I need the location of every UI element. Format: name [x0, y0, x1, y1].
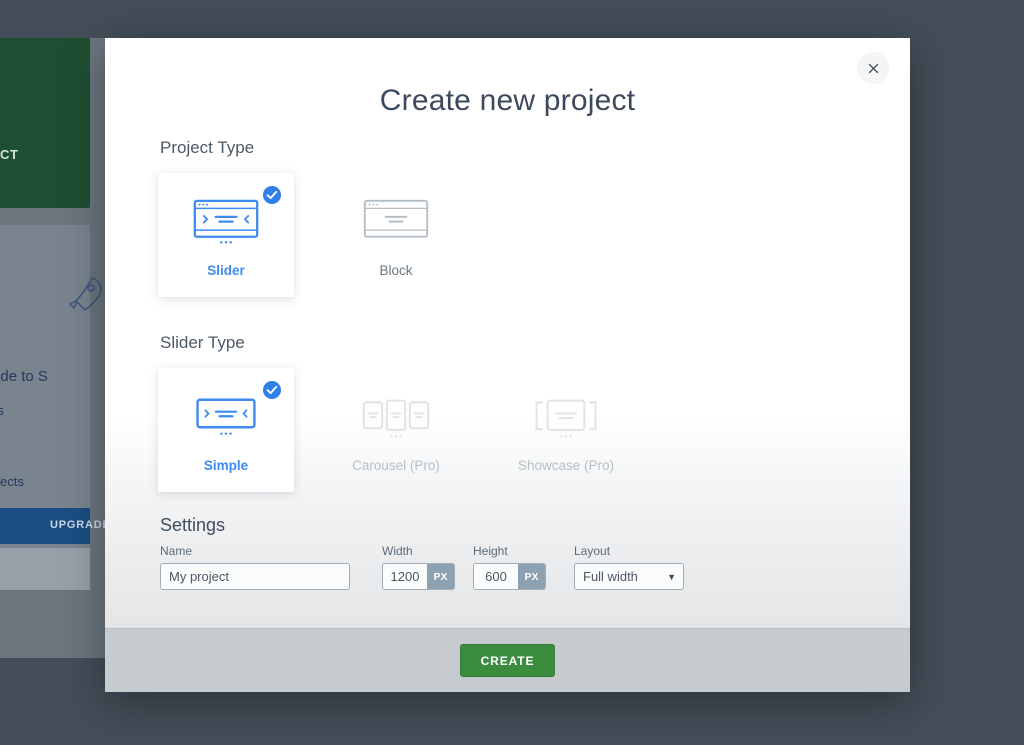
slider-type-option-label: Showcase (Pro): [518, 458, 614, 473]
height-input[interactable]: [474, 564, 518, 589]
layout-field-group: Layout Full width ▼: [574, 544, 684, 590]
width-field-label: Width: [382, 544, 455, 558]
height-field-label: Height: [473, 544, 546, 558]
dialog-body: Create new project Project Type: [105, 38, 910, 628]
width-input[interactable]: [383, 564, 427, 589]
slider-type-option-simple[interactable]: Simple: [158, 368, 294, 492]
project-type-option-label: Slider: [207, 263, 245, 278]
dialog-footer: CREATE: [105, 628, 910, 692]
slider-type-option-label: Carousel (Pro): [352, 458, 440, 473]
background-green-card-label: CT: [0, 147, 19, 162]
slider-type-option-carousel[interactable]: Carousel (Pro): [328, 368, 464, 492]
project-type-option-label: Block: [379, 263, 412, 278]
create-button[interactable]: CREATE: [460, 644, 555, 677]
slider-type-heading: Slider Type: [160, 333, 245, 353]
slider-window-icon: [192, 193, 260, 255]
name-field-label: Name: [160, 544, 350, 558]
slider-type-options: Simple: [158, 368, 634, 492]
layout-select-value: Full width: [583, 569, 638, 584]
slider-type-option-label: Simple: [204, 458, 248, 473]
background-templates-text: nplates: [0, 403, 4, 418]
slider-type-option-showcase[interactable]: Showcase (Pro): [498, 368, 634, 492]
width-field-group: Width PX: [382, 544, 455, 590]
layout-field-label: Layout: [574, 544, 684, 558]
background-bottom-strip: [0, 548, 90, 590]
background-upgrade-button-label: UPGRADE: [50, 519, 111, 531]
background-upgrade-headline: upgrade to S: [0, 368, 48, 385]
project-type-heading: Project Type: [160, 138, 254, 158]
simple-slider-icon: [193, 388, 259, 450]
settings-fields: Name Width PX Height PX Layout: [160, 544, 684, 590]
height-input-group: PX: [473, 563, 546, 590]
name-field-group: Name: [160, 544, 350, 590]
project-type-option-block[interactable]: Block: [328, 173, 464, 297]
close-icon[interactable]: [857, 52, 889, 84]
width-unit-label: PX: [427, 564, 454, 589]
carousel-cards-icon: [359, 388, 433, 450]
check-circle-icon: [263, 186, 281, 204]
check-circle-icon: [263, 381, 281, 399]
create-new-project-dialog: Create new project Project Type: [105, 38, 910, 692]
block-window-icon: [362, 193, 430, 255]
width-input-group: PX: [382, 563, 455, 590]
project-type-option-slider[interactable]: Slider: [158, 173, 294, 297]
layout-select[interactable]: Full width ▼: [574, 563, 684, 590]
height-field-group: Height PX: [473, 544, 546, 590]
project-name-input[interactable]: [160, 563, 350, 590]
showcase-frame-icon: [529, 388, 603, 450]
chevron-down-icon: ▼: [667, 572, 676, 582]
rocket-icon: [62, 272, 108, 318]
settings-heading: Settings: [160, 515, 225, 536]
background-green-project-card: [0, 38, 90, 208]
background-effects-text: s & Effects: [0, 474, 24, 489]
height-unit-label: PX: [518, 564, 545, 589]
project-type-options: Slider Block: [158, 173, 464, 297]
page-title: Create new project: [105, 38, 910, 118]
